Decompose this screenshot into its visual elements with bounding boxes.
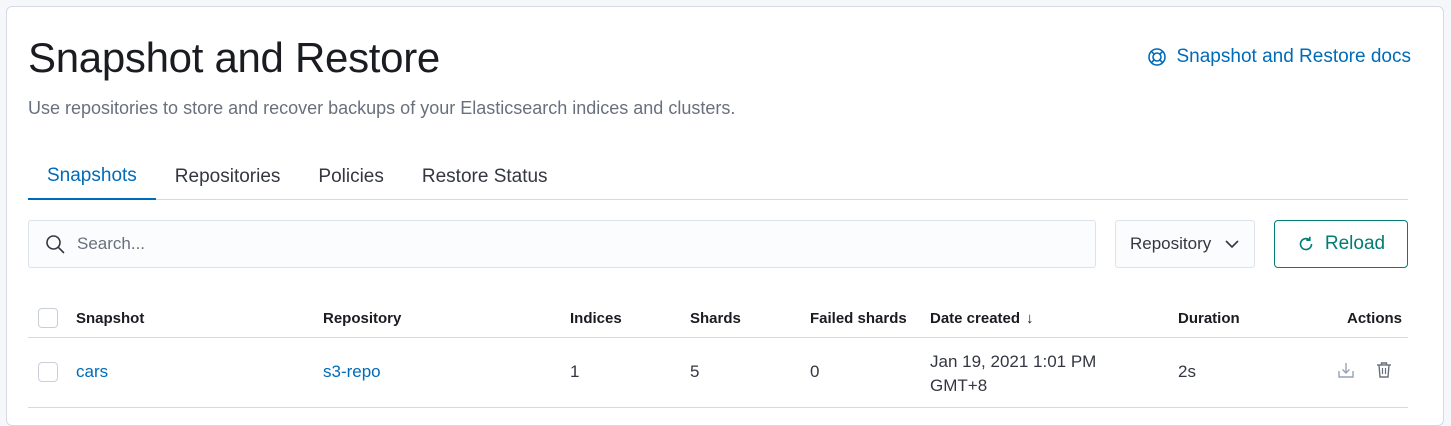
refresh-icon [1299, 236, 1313, 251]
column-header-shards[interactable]: Shards [690, 310, 741, 327]
select-all-checkbox[interactable] [38, 308, 58, 328]
column-header-snapshot[interactable]: Snapshot [76, 310, 144, 327]
reload-button[interactable]: Reload [1274, 220, 1408, 268]
indices-value: 1 [570, 362, 580, 381]
repository-link[interactable]: s3-repo [323, 362, 381, 382]
tab-restore-status[interactable]: Restore Status [403, 153, 567, 200]
column-header-repository[interactable]: Repository [323, 310, 401, 327]
column-header-actions: Actions [1346, 310, 1402, 327]
column-header-failed-shards[interactable]: Failed shards [810, 310, 907, 327]
tab-repositories[interactable]: Repositories [156, 153, 300, 200]
page-subtitle: Use repositories to store and recover ba… [28, 98, 736, 118]
page-title: Snapshot and Restore [28, 34, 440, 81]
docs-link[interactable]: Snapshot and Restore docs [1147, 46, 1412, 68]
repository-filter-label: Repository [1130, 234, 1212, 253]
help-lifebuoy-icon [1147, 48, 1166, 66]
failed-shards-value: 0 [810, 362, 820, 381]
shards-value: 5 [690, 362, 700, 381]
date-created-label: Date created [930, 310, 1021, 327]
tab-bar: Snapshots Repositories Policies Restore … [28, 153, 1408, 200]
tab-policies[interactable]: Policies [299, 153, 402, 200]
row-checkbox[interactable] [38, 362, 58, 382]
restore-icon[interactable] [1336, 360, 1356, 380]
repository-filter-button[interactable]: Repository [1115, 220, 1255, 268]
reload-label: Reload [1324, 233, 1386, 254]
search-input[interactable] [75, 233, 1095, 255]
column-header-indices[interactable]: Indices [570, 310, 622, 327]
table-row: cars s3-repo 1 5 0 Jan 19, 2021 1:01 PM … [28, 338, 1408, 408]
snapshot-name-link[interactable]: cars [76, 362, 108, 382]
tab-snapshots[interactable]: Snapshots [28, 153, 156, 200]
docs-link-label[interactable]: Snapshot and Restore docs [1177, 46, 1412, 68]
search-box [28, 220, 1096, 268]
sort-descending-icon: ↓ [1026, 310, 1034, 327]
column-header-duration[interactable]: Duration [1178, 310, 1240, 327]
delete-icon[interactable] [1374, 360, 1394, 380]
duration-value: 2s [1178, 362, 1196, 381]
column-header-date-created[interactable]: Date created ↓ [930, 310, 1034, 327]
search-icon [46, 235, 65, 254]
date-created-value: Jan 19, 2021 1:01 PM GMT+8 [930, 352, 1097, 395]
table-header: Snapshot Repository Indices Shards Faile… [28, 298, 1408, 338]
chevron-down-icon [1225, 240, 1239, 249]
